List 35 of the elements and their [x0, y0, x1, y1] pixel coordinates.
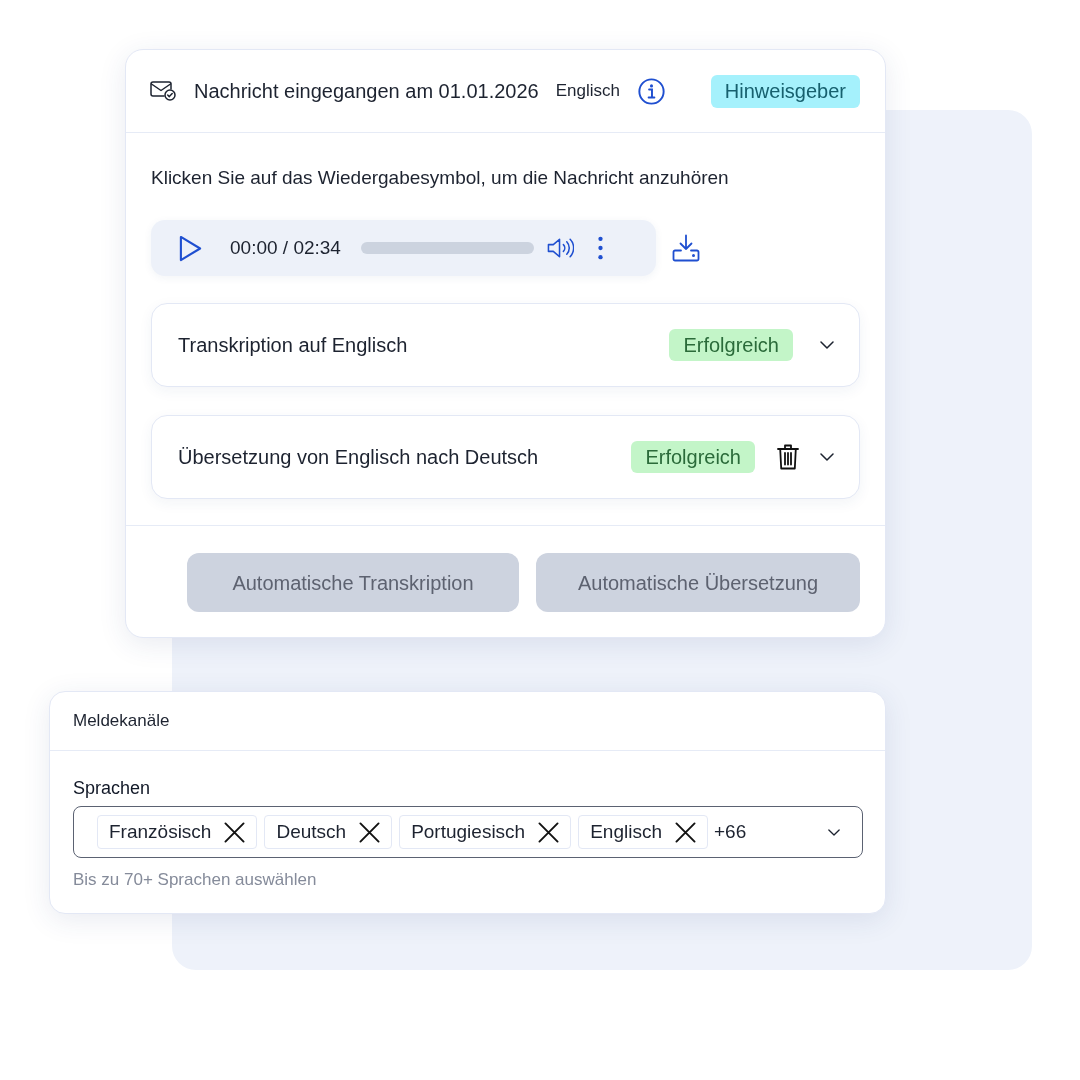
language-select[interactable]: Französisch Deutsch Portugiesisch Englisch +66 — [73, 806, 863, 858]
language-chip[interactable]: Englisch — [578, 815, 708, 849]
more-icon[interactable] — [597, 235, 603, 261]
remove-icon[interactable] — [224, 821, 246, 843]
mail-check-icon — [150, 81, 176, 101]
chevron-down-icon[interactable] — [828, 828, 840, 836]
more-count: +66 — [714, 819, 747, 844]
chevron-down-icon[interactable] — [820, 453, 834, 461]
trash-icon[interactable] — [777, 444, 799, 470]
section-title: Transkription auf Englisch — [178, 333, 408, 358]
volume-icon[interactable] — [546, 237, 574, 259]
remove-icon[interactable] — [538, 821, 560, 843]
card-title: Meldekanäle — [73, 710, 170, 732]
language-chip[interactable]: Portugiesisch — [399, 815, 572, 849]
remove-icon[interactable] — [359, 821, 381, 843]
progress-track[interactable] — [360, 242, 534, 254]
remove-icon[interactable] — [675, 821, 696, 843]
section-title: Übersetzung von Englisch nach Deutsch — [178, 445, 539, 470]
language-chip[interactable]: Französisch — [97, 815, 258, 849]
chevron-down-icon[interactable] — [820, 341, 834, 349]
info-icon[interactable] — [637, 77, 665, 105]
field-label: Sprachen — [73, 777, 151, 800]
message-title: Nachricht eingegangen am 01.01.2026 — [194, 79, 539, 104]
play-icon[interactable] — [178, 233, 203, 263]
role-badge: Hinweisgeber — [710, 74, 860, 108]
language-chip[interactable]: Deutsch — [264, 815, 393, 849]
instruction-text: Klicken Sie auf das Wiedergabesymbol, um die Nachricht anzuhören — [151, 166, 730, 190]
download-icon[interactable] — [672, 234, 700, 262]
language-label: Englisch — [555, 80, 620, 102]
time-display: 00:00 / 02:34 — [230, 236, 341, 260]
accordion-panel[interactable]: Übersetzung von Englisch nach Deutsch Erfolgreich — [151, 415, 860, 499]
accordion-panel[interactable]: Transkription auf Englisch Erfolgreich — [151, 303, 860, 387]
status-badge: Erfolgreich — [631, 441, 755, 473]
status-badge: Erfolgreich — [669, 329, 793, 361]
helper-text: Bis zu 70+ Sprachen auswählen — [73, 869, 317, 891]
